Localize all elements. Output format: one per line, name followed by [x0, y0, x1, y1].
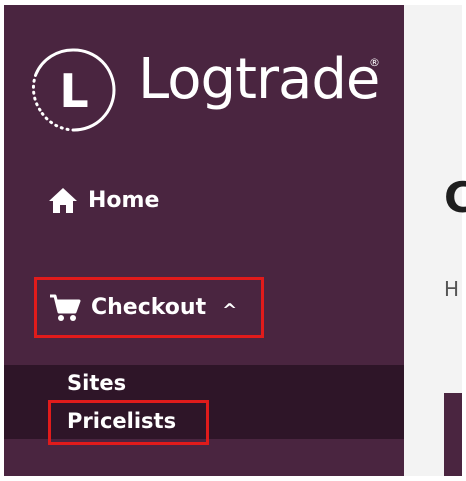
main-panel: C H [404, 5, 466, 476]
submenu-item-pricelists[interactable]: Pricelists [48, 400, 209, 445]
cart-icon [49, 293, 81, 323]
sidebar-item-label: Checkout [91, 295, 207, 320]
breadcrumb[interactable]: H [444, 277, 459, 301]
content-card [444, 393, 462, 476]
sidebar-item-checkout[interactable]: Checkout ^ [34, 277, 264, 338]
logo-letter: L [59, 64, 88, 118]
home-icon [48, 186, 78, 214]
sidebar-item-label: Home [88, 187, 160, 213]
submenu-item-sites[interactable]: Sites [67, 371, 126, 395]
brand-name: Logtrade [138, 47, 380, 112]
logtrade-logo[interactable]: L Logtrade ® [28, 40, 388, 140]
page-title: C [444, 173, 466, 222]
registered-mark: ® [369, 56, 380, 69]
sidebar-item-home[interactable]: Home [48, 180, 159, 220]
logo-mark-icon: L [31, 48, 116, 132]
chevron-up-icon[interactable]: ^ [222, 300, 237, 321]
